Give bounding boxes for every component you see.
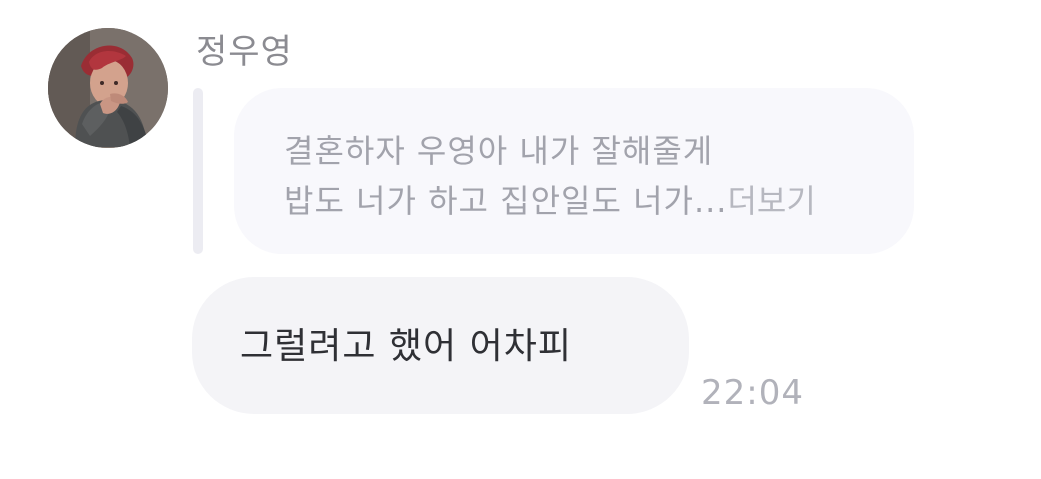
quoted-message-bubble[interactable]: 결혼하자 우영아 내가 잘해줄게 밥도 너가 하고 집안일도 너가...더보기 [234,88,914,254]
chat-message-group: 정우영 결혼하자 우영아 내가 잘해줄게 밥도 너가 하고 집안일도 너가...… [0,0,1041,479]
sender-name: 정우영 [196,32,293,72]
see-more-link[interactable]: 더보기 [727,182,815,220]
quoted-message-line-2: 밥도 너가 하고 집안일도 너가... [284,182,728,220]
profile-photo-icon [48,28,168,148]
quoted-message-line-2-row: 밥도 너가 하고 집안일도 너가...더보기 [284,176,914,226]
message-timestamp: 22:04 [701,373,804,413]
reply-message-text: 그럴려고 했어 어차피 [240,326,572,367]
sender-avatar[interactable] [48,28,168,148]
quoted-message-line-1: 결혼하자 우영아 내가 잘해줄게 [284,132,714,170]
quote-indicator-bar [193,88,203,254]
reply-message-bubble[interactable]: 그럴려고 했어 어차피 [192,277,689,414]
